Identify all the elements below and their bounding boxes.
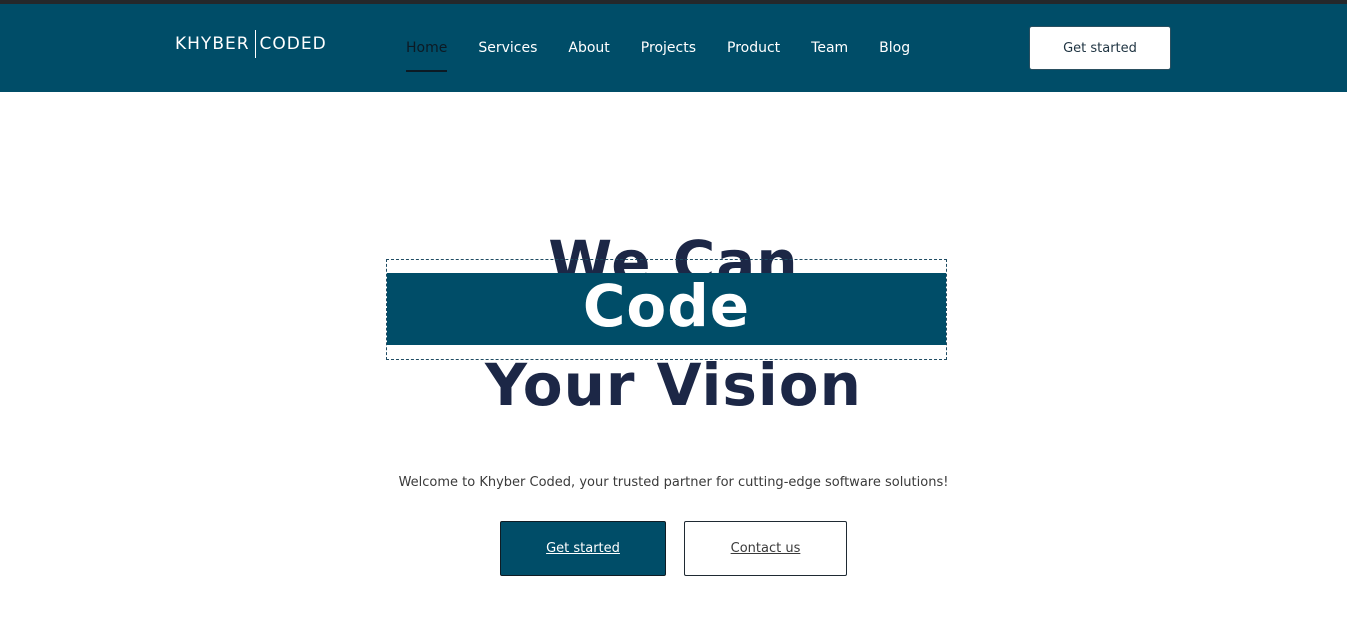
hero-heading-line-3: Your Vision <box>485 351 862 419</box>
nav-item-projects[interactable]: Projects <box>641 38 696 58</box>
nav-item-blog[interactable]: Blog <box>879 38 910 58</box>
nav-item-team[interactable]: Team <box>811 38 848 58</box>
nav-item-home[interactable]: Home <box>406 38 448 72</box>
logo-text-left: KHYBER <box>175 34 250 54</box>
hero-heading-line-2: Code <box>582 272 751 340</box>
logo-text-right: CODED <box>259 34 327 54</box>
header-get-started-button[interactable]: Get started <box>1029 26 1171 70</box>
hero-contact-us-button[interactable]: Contact us <box>684 521 847 576</box>
hero-get-started-button[interactable]: Get started <box>500 521 666 576</box>
nav-item-services[interactable]: Services <box>478 38 537 58</box>
nav-item-product[interactable]: Product <box>727 38 780 58</box>
logo-divider <box>254 30 256 58</box>
main-nav: Home Services About Projects Product Tea… <box>406 4 941 92</box>
nav-item-about[interactable]: About <box>568 38 609 58</box>
hero-subtitle: Welcome to Khyber Coded, your trusted pa… <box>398 475 949 490</box>
site-logo[interactable]: KHYBER CODED <box>175 29 327 59</box>
